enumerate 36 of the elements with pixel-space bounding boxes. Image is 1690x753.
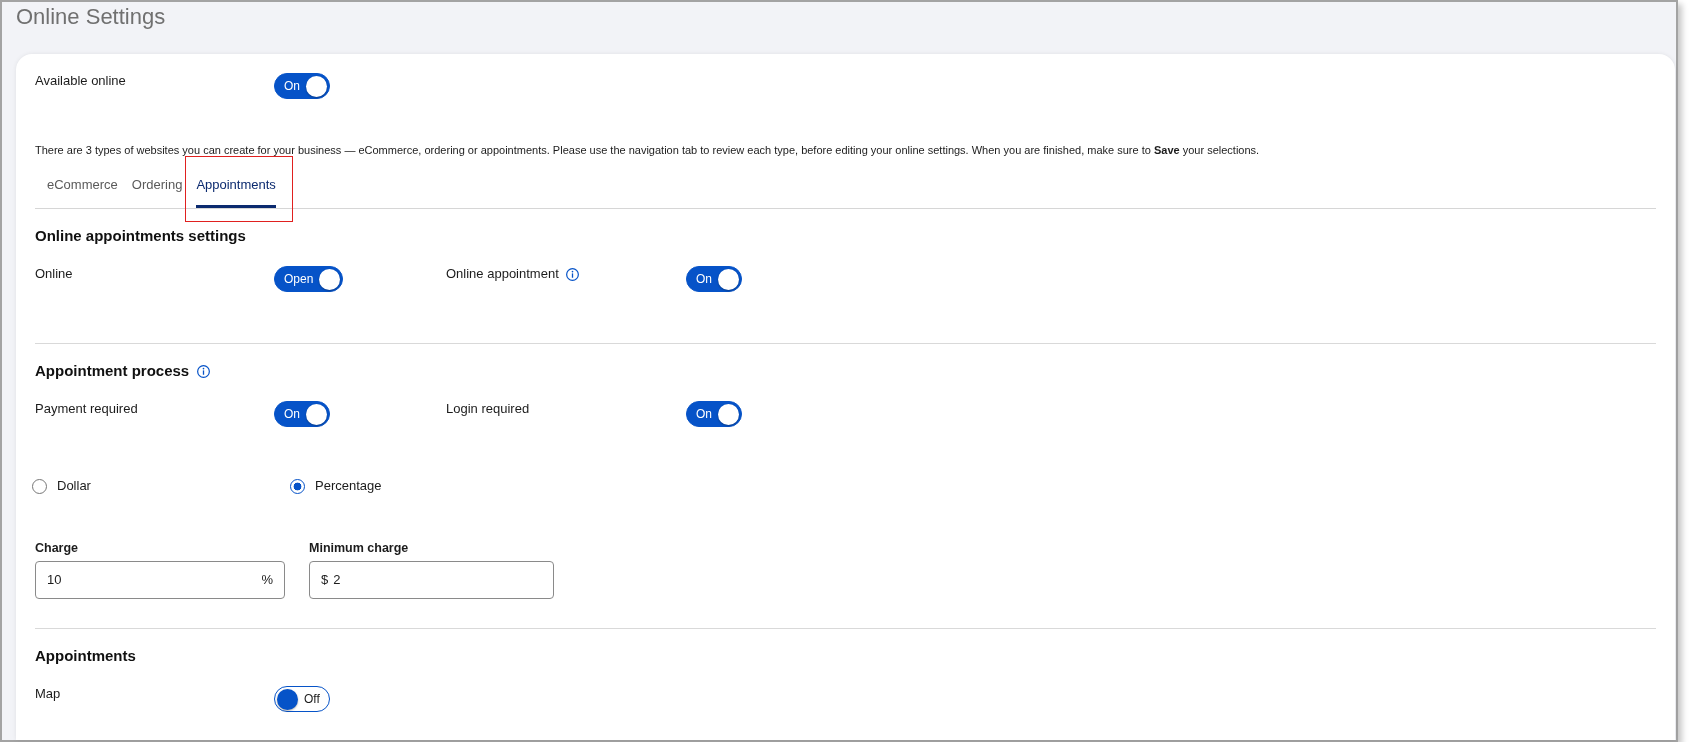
field-label: Minimum charge (309, 540, 410, 556)
field-label: Charge (35, 540, 80, 556)
info-icon[interactable] (197, 364, 211, 378)
tab[interactable]: eCommerce (47, 176, 118, 208)
knob-icon (306, 75, 327, 97)
knob-icon (277, 688, 298, 710)
toggle-switch[interactable]: On (274, 401, 330, 427)
radio-option[interactable]: Percentage (290, 478, 382, 494)
knob-icon (718, 403, 739, 425)
section-heading: Online appointments settings (35, 226, 246, 246)
intro-text: There are 3 types of websites you can create for your business — eCommerce, ordering or appointments. Please use the navigation tab to review each type, before editing your online settings. When you are finished, make sure to Save your selections. (35, 143, 1261, 158)
setting-label: Payment required (35, 401, 138, 417)
radio-icon[interactable] (290, 478, 305, 494)
section-heading: Appointments (35, 646, 136, 666)
toggle-switch[interactable]: On (686, 401, 742, 427)
tab[interactable]: Ordering (131, 176, 183, 208)
toggle-switch[interactable]: Off (274, 686, 330, 712)
input-field[interactable]: 10 % (35, 561, 285, 599)
section-heading: Appointment process (35, 361, 190, 381)
setting-label: Available online (35, 73, 126, 89)
input-field[interactable]: $ 2 (309, 561, 554, 599)
knob-icon (319, 268, 341, 290)
radio-icon[interactable] (32, 478, 47, 494)
page-title: Online Settings (16, 3, 166, 31)
toggle-switch[interactable]: Open (274, 266, 344, 292)
setting-label: Online (35, 266, 73, 282)
tab[interactable]: Appointments (196, 176, 276, 208)
knob-icon (718, 268, 739, 290)
info-icon[interactable] (565, 267, 579, 281)
setting-label: Map (35, 686, 61, 702)
setting-label: Online appointment (446, 266, 559, 282)
toggle-switch[interactable]: On (686, 266, 742, 292)
knob-icon (306, 403, 327, 425)
setting-label: Login required (446, 401, 530, 417)
radio-option[interactable]: Dollar (32, 478, 91, 494)
toggle-switch[interactable]: On (274, 73, 330, 99)
